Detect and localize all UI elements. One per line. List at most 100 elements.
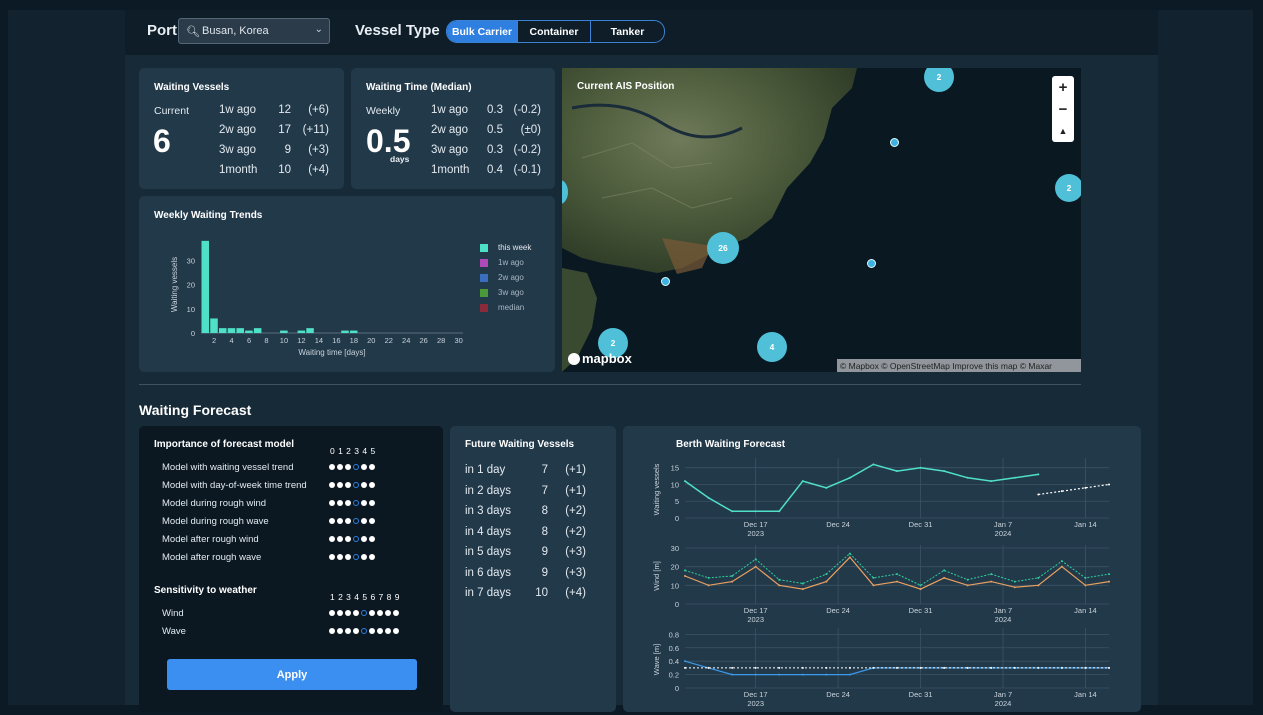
- importance-dot[interactable]: [361, 464, 367, 470]
- map-attribution[interactable]: © Mapbox © OpenStreetMap Improve this ma…: [837, 359, 1081, 372]
- importance-dot[interactable]: [345, 518, 351, 524]
- waiting-vessels-row-value: 9: [284, 144, 291, 156]
- sensitivity-dot[interactable]: [329, 628, 335, 634]
- x-tick-label: 8: [264, 336, 268, 345]
- importance-dot[interactable]: [329, 554, 335, 560]
- map-cluster[interactable]: 4: [757, 332, 787, 362]
- importance-dot[interactable]: [369, 536, 375, 542]
- sensitivity-dots[interactable]: [329, 610, 399, 616]
- y-axis-label: Wave [m]: [652, 644, 661, 675]
- importance-dots[interactable]: [329, 536, 375, 542]
- importance-dot[interactable]: [337, 518, 343, 524]
- importance-dot[interactable]: [345, 500, 351, 506]
- sensitivity-dot[interactable]: [353, 610, 359, 616]
- waiting-time-row-delta: (-0.1): [513, 164, 541, 176]
- vessel-type-container[interactable]: Container: [517, 21, 590, 42]
- importance-dot[interactable]: [329, 500, 335, 506]
- importance-dot[interactable]: [337, 464, 343, 470]
- importance-dots[interactable]: [329, 482, 375, 488]
- vessel-marker[interactable]: [867, 259, 876, 268]
- zoom-out-button[interactable]: −: [1052, 98, 1074, 120]
- importance-dot[interactable]: [353, 500, 359, 506]
- importance-dot[interactable]: [369, 464, 375, 470]
- importance-dot[interactable]: [353, 518, 359, 524]
- apply-button[interactable]: Apply: [167, 659, 417, 690]
- importance-dot[interactable]: [337, 554, 343, 560]
- compass-icon[interactable]: ▲: [1052, 120, 1074, 142]
- map-cluster[interactable]: 2: [1055, 174, 1081, 202]
- importance-dot[interactable]: [353, 464, 359, 470]
- waiting-vessels-title: Waiting Vessels: [154, 82, 230, 93]
- importance-dot[interactable]: [353, 536, 359, 542]
- sensitivity-dots[interactable]: [329, 628, 399, 634]
- bar: [210, 318, 218, 333]
- sensitivity-dot[interactable]: [361, 610, 367, 616]
- importance-dot[interactable]: [329, 536, 335, 542]
- future-row-delta: (+1): [565, 484, 586, 497]
- legend-label[interactable]: this week: [498, 243, 531, 252]
- sensitivity-dot[interactable]: [337, 628, 343, 634]
- y-tick-label: 10: [671, 581, 679, 590]
- sensitivity-dot[interactable]: [329, 610, 335, 616]
- sensitivity-dot[interactable]: [393, 628, 399, 634]
- importance-dot[interactable]: [337, 500, 343, 506]
- importance-dot[interactable]: [337, 482, 343, 488]
- importance-dots[interactable]: [329, 464, 375, 470]
- sensitivity-dot[interactable]: [369, 610, 375, 616]
- importance-dot[interactable]: [361, 482, 367, 488]
- importance-dots[interactable]: [329, 554, 375, 560]
- importance-dot[interactable]: [329, 518, 335, 524]
- importance-dot[interactable]: [369, 500, 375, 506]
- importance-dot[interactable]: [353, 554, 359, 560]
- vessel-marker[interactable]: [661, 277, 670, 286]
- legend-label[interactable]: median: [498, 303, 524, 312]
- importance-dot[interactable]: [369, 482, 375, 488]
- importance-dot[interactable]: [329, 464, 335, 470]
- sensitivity-dot[interactable]: [337, 610, 343, 616]
- importance-dot[interactable]: [345, 554, 351, 560]
- sensitivity-dot[interactable]: [385, 610, 391, 616]
- data-point: [1108, 666, 1110, 669]
- sensitivity-dot[interactable]: [345, 628, 351, 634]
- importance-dot[interactable]: [369, 518, 375, 524]
- sensitivity-dot[interactable]: [345, 610, 351, 616]
- vessel-type-bulk-carrier[interactable]: Bulk Carrier: [447, 21, 517, 42]
- importance-dot[interactable]: [345, 482, 351, 488]
- vessel-marker[interactable]: [890, 138, 899, 147]
- port-select[interactable]: 🔍︎ Busan, Korea ⌄: [178, 18, 330, 44]
- importance-dot[interactable]: [337, 536, 343, 542]
- map-cluster[interactable]: 26: [707, 232, 739, 264]
- sensitivity-dot[interactable]: [377, 610, 383, 616]
- legend-label[interactable]: 3w ago: [498, 288, 524, 297]
- importance-dot[interactable]: [361, 500, 367, 506]
- sensitivity-dot[interactable]: [385, 628, 391, 634]
- sensitivity-dot[interactable]: [393, 610, 399, 616]
- vessel-type-tanker[interactable]: Tanker: [590, 21, 664, 42]
- sensitivity-dot[interactable]: [377, 628, 383, 634]
- importance-dots[interactable]: [329, 500, 375, 506]
- importance-dots[interactable]: [329, 518, 375, 524]
- data-point: [801, 588, 804, 591]
- data-point: [1108, 483, 1110, 486]
- data-point: [778, 578, 781, 581]
- sensitivity-dot[interactable]: [353, 628, 359, 634]
- importance-dot[interactable]: [361, 536, 367, 542]
- data-point: [754, 565, 757, 568]
- importance-dot[interactable]: [361, 554, 367, 560]
- future-row-label: in 1 day: [465, 464, 506, 476]
- importance-dot[interactable]: [369, 554, 375, 560]
- ais-map[interactable]: Current AIS Position 2 2 26 2 4: [562, 68, 1081, 372]
- sensitivity-dot[interactable]: [361, 628, 367, 634]
- legend-label[interactable]: 1w ago: [498, 258, 524, 267]
- importance-dot[interactable]: [345, 536, 351, 542]
- importance-dot[interactable]: [353, 482, 359, 488]
- zoom-in-button[interactable]: +: [1052, 76, 1074, 98]
- importance-dot[interactable]: [345, 464, 351, 470]
- sensitivity-dot[interactable]: [369, 628, 375, 634]
- importance-dot[interactable]: [329, 482, 335, 488]
- vessel-type-toggle: Bulk Carrier Container Tanker: [446, 20, 665, 43]
- waiting-time-row-label: 1month: [431, 164, 470, 176]
- importance-dot[interactable]: [361, 518, 367, 524]
- data-point: [872, 666, 875, 669]
- legend-label[interactable]: 2w ago: [498, 273, 524, 282]
